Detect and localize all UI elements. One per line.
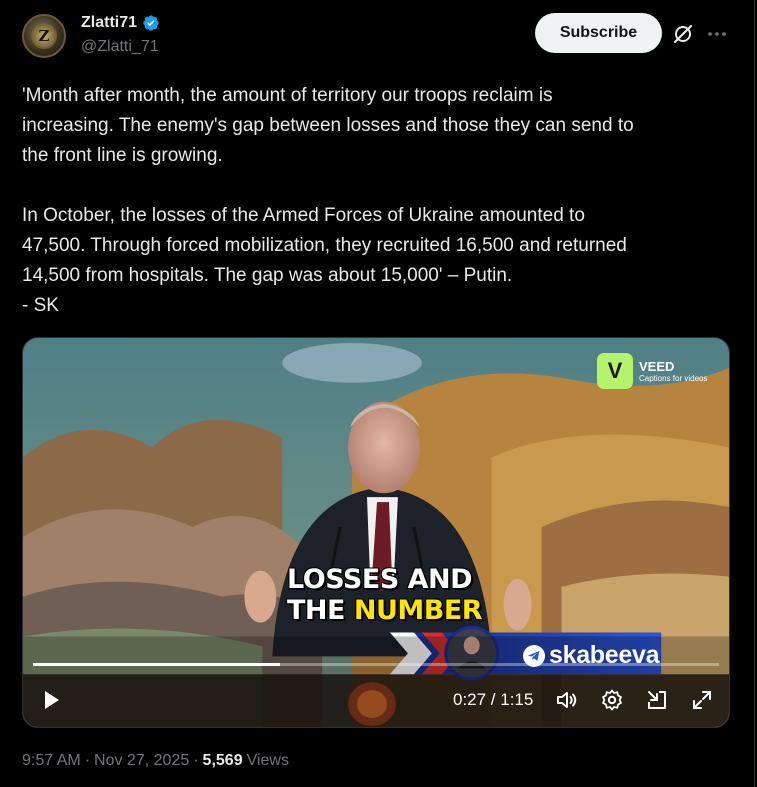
- video-progress-bar[interactable]: [33, 663, 719, 666]
- avatar-logo: Z: [31, 23, 57, 49]
- right-column-border: [754, 0, 755, 787]
- tweet-line: 47,500. Through forced mobilization, the…: [22, 235, 627, 256]
- author-name-row[interactable]: Zlatti71: [81, 14, 160, 32]
- video-time: 0:27 / 1:15: [453, 690, 534, 709]
- caption-line-1: LOSSES AND: [287, 564, 473, 595]
- display-name[interactable]: Zlatti71: [81, 14, 137, 32]
- tweet-line: the front line is growing.: [22, 145, 223, 166]
- views-label: Views: [246, 752, 289, 769]
- grok-icon[interactable]: [671, 22, 695, 46]
- tweet-line: increasing. The enemy's gap between loss…: [22, 115, 634, 136]
- handle[interactable]: @Zlatti_71: [81, 38, 159, 56]
- post-time[interactable]: 9:57 AM: [22, 752, 81, 770]
- meta-separator: ·: [193, 752, 199, 769]
- video-progress-fill: [33, 663, 280, 666]
- post-date[interactable]: Nov 27, 2025: [94, 752, 189, 770]
- veed-logo: V: [597, 353, 633, 389]
- views-count: 5,569: [202, 752, 243, 769]
- video-caption: LOSSES AND THE NUMBER: [287, 564, 483, 626]
- volume-icon[interactable]: [555, 688, 579, 712]
- video-player[interactable]: V VEED Captions for videos LOSSES AND TH…: [22, 337, 730, 728]
- avatar[interactable]: Z: [22, 14, 66, 58]
- tweet-line: In October, the losses of the Armed Forc…: [22, 205, 585, 226]
- tweet-meta: 9:57 AM · Nov 27, 2025 · 5,569 Views: [22, 752, 289, 770]
- play-icon[interactable]: [39, 688, 63, 712]
- veed-title: VEED: [639, 359, 675, 374]
- more-icon[interactable]: [705, 22, 729, 46]
- tweet-line: - SK: [22, 295, 59, 316]
- caption-highlight: NUMBER: [353, 595, 483, 626]
- veed-watermark: V VEED Captions for videos: [597, 353, 707, 389]
- veed-subtitle: Captions for videos: [639, 374, 708, 383]
- subscribe-button[interactable]: Subscribe: [535, 13, 662, 53]
- tweet-line: 14,500 from hospitals. The gap was about…: [22, 265, 513, 286]
- settings-icon[interactable]: [600, 688, 624, 712]
- tweet-text: 'Month after month, the amount of territ…: [22, 81, 737, 321]
- fullscreen-icon[interactable]: [690, 688, 714, 712]
- verified-badge-icon[interactable]: [142, 14, 160, 32]
- pip-icon[interactable]: [645, 688, 669, 712]
- tweet-line: 'Month after month, the amount of territ…: [22, 85, 553, 106]
- meta-separator: ·: [84, 752, 91, 769]
- caption-line-2: THE NUMBER: [287, 595, 483, 626]
